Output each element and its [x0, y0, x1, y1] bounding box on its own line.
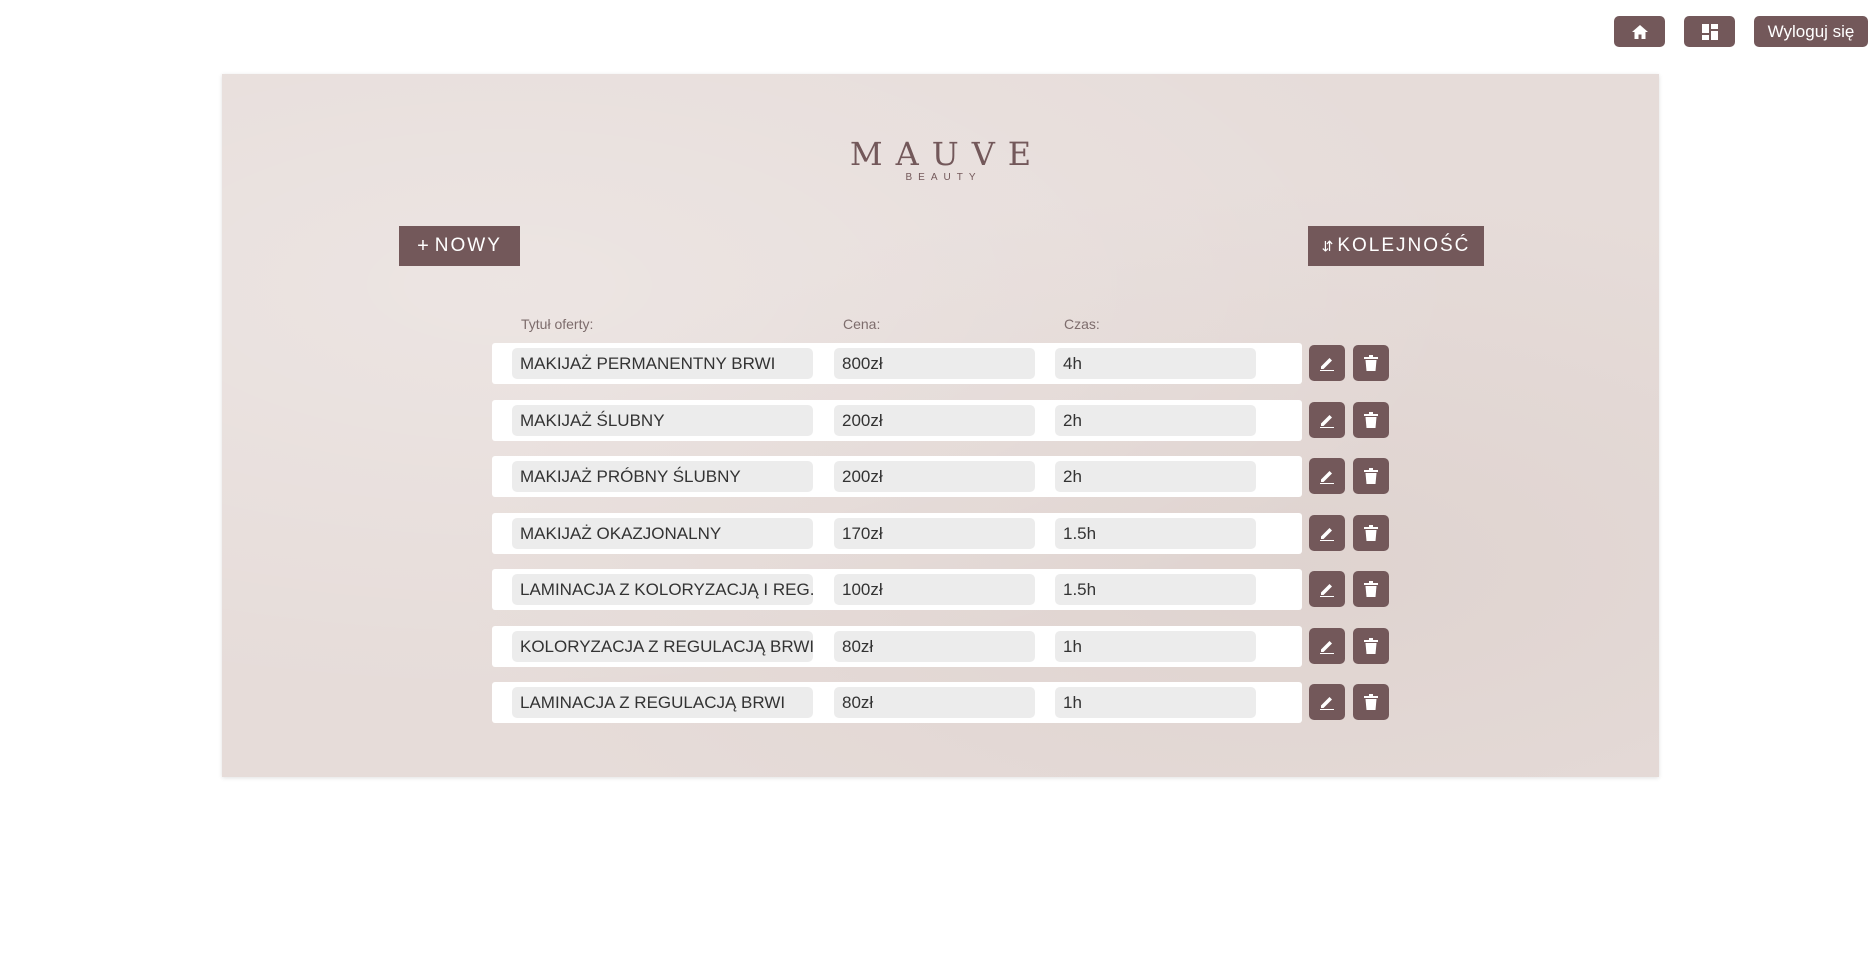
offer-row: MAKIJAŻ PRÓBNY ŚLUBNY 200zł 2h [492, 456, 1302, 497]
top-nav: Wyloguj się [0, 16, 1874, 47]
offer-time-field[interactable]: 1.5h [1055, 574, 1256, 605]
offer-time-field[interactable]: 1h [1055, 687, 1256, 718]
offer-title-field[interactable]: LAMINACJA Z KOLORYZACJĄ I REG... [512, 574, 813, 605]
offer-time-field[interactable]: 2h [1055, 461, 1256, 492]
trash-icon [1364, 468, 1378, 484]
header-title: Tytuł oferty: [521, 316, 594, 332]
logo-wordmark: MAUVE [849, 135, 1045, 173]
edit-button[interactable] [1309, 684, 1345, 720]
delete-button[interactable] [1353, 515, 1389, 551]
plus-icon: + [417, 234, 429, 257]
offer-row: KOLORYZACJA Z REGULACJĄ BRWI 80zł 1h [492, 626, 1302, 667]
offer-title-field[interactable]: MAKIJAŻ PRÓBNY ŚLUBNY [512, 461, 813, 492]
offer-title-field[interactable]: MAKIJAŻ PERMANENTNY BRWI [512, 348, 813, 379]
offer-title-field[interactable]: LAMINACJA Z REGULACJĄ BRWI [512, 687, 813, 718]
home-icon [1631, 24, 1648, 39]
offer-time-field[interactable]: 1h [1055, 631, 1256, 662]
logout-button[interactable]: Wyloguj się [1754, 16, 1868, 47]
offer-price-field[interactable]: 170zł [834, 518, 1035, 549]
reorder-label: KOLEJNOŚĆ [1337, 235, 1471, 256]
offer-time-field[interactable]: 1.5h [1055, 518, 1256, 549]
offer-row: MAKIJAŻ ŚLUBNY 200zł 2h [492, 400, 1302, 441]
pencil-icon [1319, 412, 1335, 428]
header-price: Cena: [843, 316, 881, 332]
trash-icon [1364, 694, 1378, 710]
pencil-icon [1319, 468, 1335, 484]
edit-button[interactable] [1309, 571, 1345, 607]
offer-title-field[interactable]: KOLORYZACJA Z REGULACJĄ BRWI [512, 631, 813, 662]
trash-icon [1364, 581, 1378, 597]
trash-icon [1364, 525, 1378, 541]
pencil-icon [1319, 355, 1335, 371]
brand-logo: MAUVE BEAUTY [222, 136, 1659, 184]
offer-row: MAKIJAŻ PERMANENTNY BRWI 800zł 4h [492, 343, 1302, 384]
offer-price-field[interactable]: 80zł [834, 687, 1035, 718]
pencil-icon [1319, 525, 1335, 541]
offer-price-field[interactable]: 200zł [834, 461, 1035, 492]
edit-button[interactable] [1309, 345, 1345, 381]
edit-button[interactable] [1309, 515, 1345, 551]
pencil-icon [1319, 638, 1335, 654]
edit-button[interactable] [1309, 402, 1345, 438]
header-time: Czas: [1064, 316, 1100, 332]
delete-button[interactable] [1353, 684, 1389, 720]
new-offer-label: NOWY [434, 235, 502, 256]
offer-title-field[interactable]: MAKIJAŻ OKAZJONALNY [512, 518, 813, 549]
reorder-button[interactable]: ⇵ KOLEJNOŚĆ [1308, 226, 1484, 266]
table-header: Tytuł oferty: Cena: Czas: [222, 316, 1659, 334]
offer-title-field[interactable]: MAKIJAŻ ŚLUBNY [512, 405, 813, 436]
trash-icon [1364, 638, 1378, 654]
delete-button[interactable] [1353, 458, 1389, 494]
sort-icon: ⇵ [1321, 237, 1334, 254]
delete-button[interactable] [1353, 571, 1389, 607]
dashboard-button[interactable] [1684, 16, 1735, 47]
delete-button[interactable] [1353, 628, 1389, 664]
pencil-icon [1319, 694, 1335, 710]
delete-button[interactable] [1353, 402, 1389, 438]
trash-icon [1364, 355, 1378, 371]
offer-price-field[interactable]: 800zł [834, 348, 1035, 379]
offer-time-field[interactable]: 4h [1055, 348, 1256, 379]
offer-row: MAKIJAŻ OKAZJONALNY 170zł 1.5h [492, 513, 1302, 554]
delete-button[interactable] [1353, 345, 1389, 381]
trash-icon [1364, 412, 1378, 428]
logo-tagline: BEAUTY [905, 172, 982, 183]
offer-price-field[interactable]: 200zł [834, 405, 1035, 436]
edit-button[interactable] [1309, 628, 1345, 664]
offer-price-field[interactable]: 80zł [834, 631, 1035, 662]
offer-time-field[interactable]: 2h [1055, 405, 1256, 436]
offer-row: LAMINACJA Z REGULACJĄ BRWI 80zł 1h [492, 682, 1302, 723]
edit-button[interactable] [1309, 458, 1345, 494]
home-button[interactable] [1614, 16, 1665, 47]
offer-row: LAMINACJA Z KOLORYZACJĄ I REG... 100zł 1.5… [492, 569, 1302, 610]
pencil-icon [1319, 581, 1335, 597]
dashboard-icon [1701, 23, 1718, 40]
offer-price-field[interactable]: 100zł [834, 574, 1035, 605]
new-offer-button[interactable]: + NOWY [399, 226, 520, 266]
offers-panel: MAUVE BEAUTY + NOWY ⇵ KOLEJNOŚĆ Tytuł of… [222, 74, 1659, 777]
